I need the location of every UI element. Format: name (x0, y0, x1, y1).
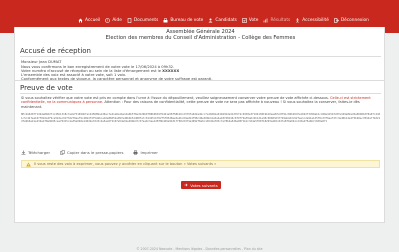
accessibility-icon (295, 17, 300, 23)
receipt-title: Accusé de réception (20, 47, 91, 55)
receipt-greeting: Monsieur Jean DUMAT (21, 60, 62, 64)
results-icon (263, 18, 268, 23)
nav-candidates[interactable]: Candidats (208, 18, 237, 23)
document-icon (127, 17, 132, 23)
nav-vote[interactable]: Vote (242, 17, 259, 23)
copy-icon (60, 150, 65, 155)
nav-ballot-office-label: Bureau de vote (170, 17, 204, 23)
nav-accessibility[interactable]: Accessibilité (295, 18, 329, 23)
remaining-votes-alert: Il vous reste des voix à exprimer, vous … (21, 160, 380, 168)
warning-icon (26, 162, 31, 167)
nav-help-label: Aide (112, 17, 122, 23)
download-icon (21, 150, 26, 155)
nav-ballot-office[interactable]: Bureau de vote (163, 18, 203, 23)
nav-results[interactable]: Résultats (263, 18, 290, 23)
nav-accessibility-label: Accessibilité (302, 17, 329, 23)
help-icon: ? (105, 17, 111, 23)
nav-results-label: Résultats (270, 17, 291, 23)
nav-vote-label: Vote (248, 17, 259, 23)
election-title: Election des membres du Conseil d'Admini… (105, 35, 296, 41)
home-icon (78, 18, 83, 23)
receipt-divider (20, 56, 381, 57)
logout-icon (334, 17, 339, 23)
nav-logout-label: Déconnexion (340, 17, 369, 23)
next-votes-button[interactable]: Votes suivants (181, 181, 221, 189)
proof-instructions: Si vous souhaitez vérifier que votre vot… (21, 96, 382, 109)
nav-home[interactable]: Accueil (78, 18, 100, 23)
nav-documents[interactable]: Documents (127, 17, 159, 23)
footer: © 2007-2024 Neovote - Mentions légales -… (136, 247, 263, 251)
receipt-code: XXXXXX (162, 69, 180, 73)
remaining-votes-text: Il vous reste des voix à exprimer, vous … (34, 162, 217, 166)
proof-download-button[interactable]: Télécharger (21, 150, 50, 155)
ballot-icon (163, 17, 168, 23)
main-nav: Accueil ? Aide Documents Bureau de vote … (78, 15, 374, 25)
nav-documents-label: Documents (133, 17, 159, 23)
candidates-icon (208, 18, 213, 23)
proof-download-label: Télécharger (28, 150, 51, 155)
proof-print-label: Imprimer (140, 150, 158, 155)
nav-logout[interactable]: Déconnexion (334, 18, 369, 23)
arrow-right-icon (184, 183, 188, 187)
proof-copy-label: Copier dans le presse-papiers (67, 150, 124, 155)
proof-divider (20, 93, 381, 94)
proof-copy-button[interactable]: Copier dans le presse-papiers (60, 150, 123, 155)
proof-title: Preuve de vote (20, 84, 73, 92)
proof-hash[interactable]: 8Ec2A6d07f1db4e8b0271c45b1318c7a2ef5169d… (21, 113, 381, 143)
nav-candidates-label: Candidats (215, 17, 237, 23)
proof-actions: Télécharger Copier dans le presse-papier… (21, 150, 168, 155)
vote-icon (242, 17, 247, 23)
proof-print-button[interactable]: Imprimer (133, 150, 158, 155)
nav-help[interactable]: ? Aide (105, 18, 122, 23)
next-votes-label: Votes suivants (190, 182, 218, 188)
proof-card: Preuve de vote Si vous souhaitez vérifie… (14, 80, 385, 223)
nav-home-label: Accueil (85, 17, 101, 23)
print-icon (133, 150, 138, 155)
